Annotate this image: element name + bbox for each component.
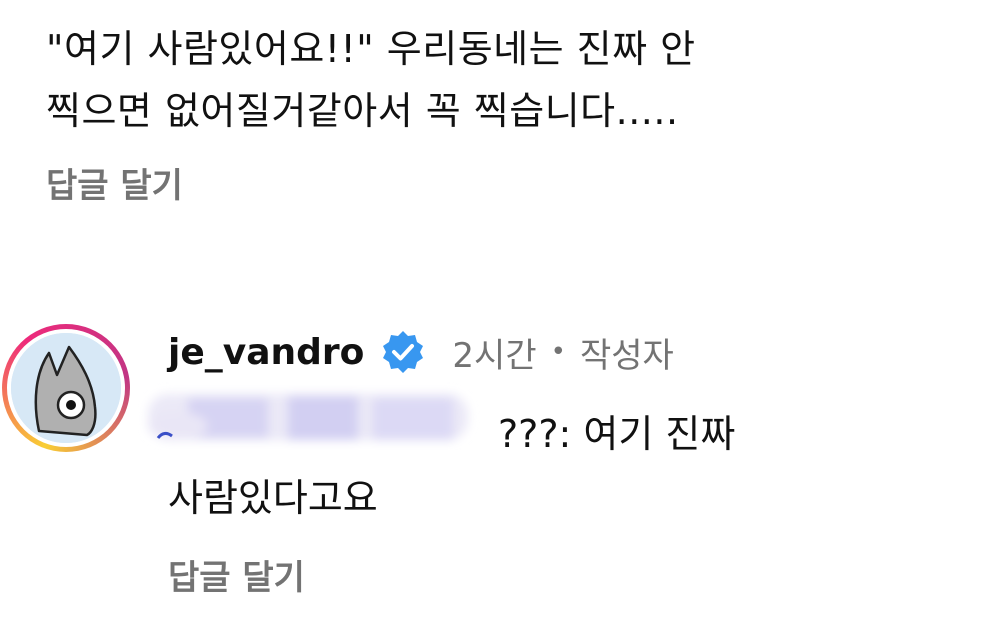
- reply-body: je_vandro 2시간 • 작성자 ???: 여기 진짜 사람있다고요 답글…: [148, 322, 968, 599]
- avatar[interactable]: [2, 324, 130, 452]
- verified-badge-icon: [380, 329, 426, 375]
- reply-button[interactable]: 답글 달기: [46, 158, 966, 207]
- parent-comment: "여기 사람있어요!!" 우리동네는 진짜 안 찍으면 없어질거같아서 꼭 찍습…: [46, 18, 966, 207]
- comment-text-line-2: 찍으면 없어질거같아서 꼭 찍습니다.....: [46, 89, 679, 133]
- avatar-image: [11, 333, 121, 443]
- username[interactable]: je_vandro: [168, 332, 364, 373]
- reply-button-2[interactable]: 답글 달기: [168, 550, 968, 599]
- ghost-creature-icon: [11, 333, 121, 443]
- reply-comment: je_vandro 2시간 • 작성자 ???: 여기 진짜 사람있다고요 답글…: [0, 316, 1001, 637]
- timestamp: 2시간: [452, 335, 537, 376]
- separator-dot: •: [550, 337, 566, 367]
- reply-text: ???: 여기 진짜 사람있다고요: [148, 394, 868, 530]
- comment-thread: "여기 사람있어요!!" 우리동네는 진짜 안 찍으면 없어질거같아서 꼭 찍습…: [0, 0, 1001, 637]
- reply-meta: je_vandro 2시간 • 작성자: [168, 322, 968, 382]
- mention-placeholder: [168, 417, 498, 457]
- reply-text-line-2: 사람있다고요: [168, 476, 378, 520]
- reply-text-line-1: ???: 여기 진짜: [498, 412, 736, 456]
- comment-text-line-1: "여기 사람있어요!!" 우리동네는 진짜 안: [46, 27, 696, 71]
- author-badge: 작성자: [579, 335, 674, 376]
- comment-text: "여기 사람있어요!!" 우리동네는 진짜 안 찍으면 없어질거같아서 꼭 찍습…: [46, 18, 966, 142]
